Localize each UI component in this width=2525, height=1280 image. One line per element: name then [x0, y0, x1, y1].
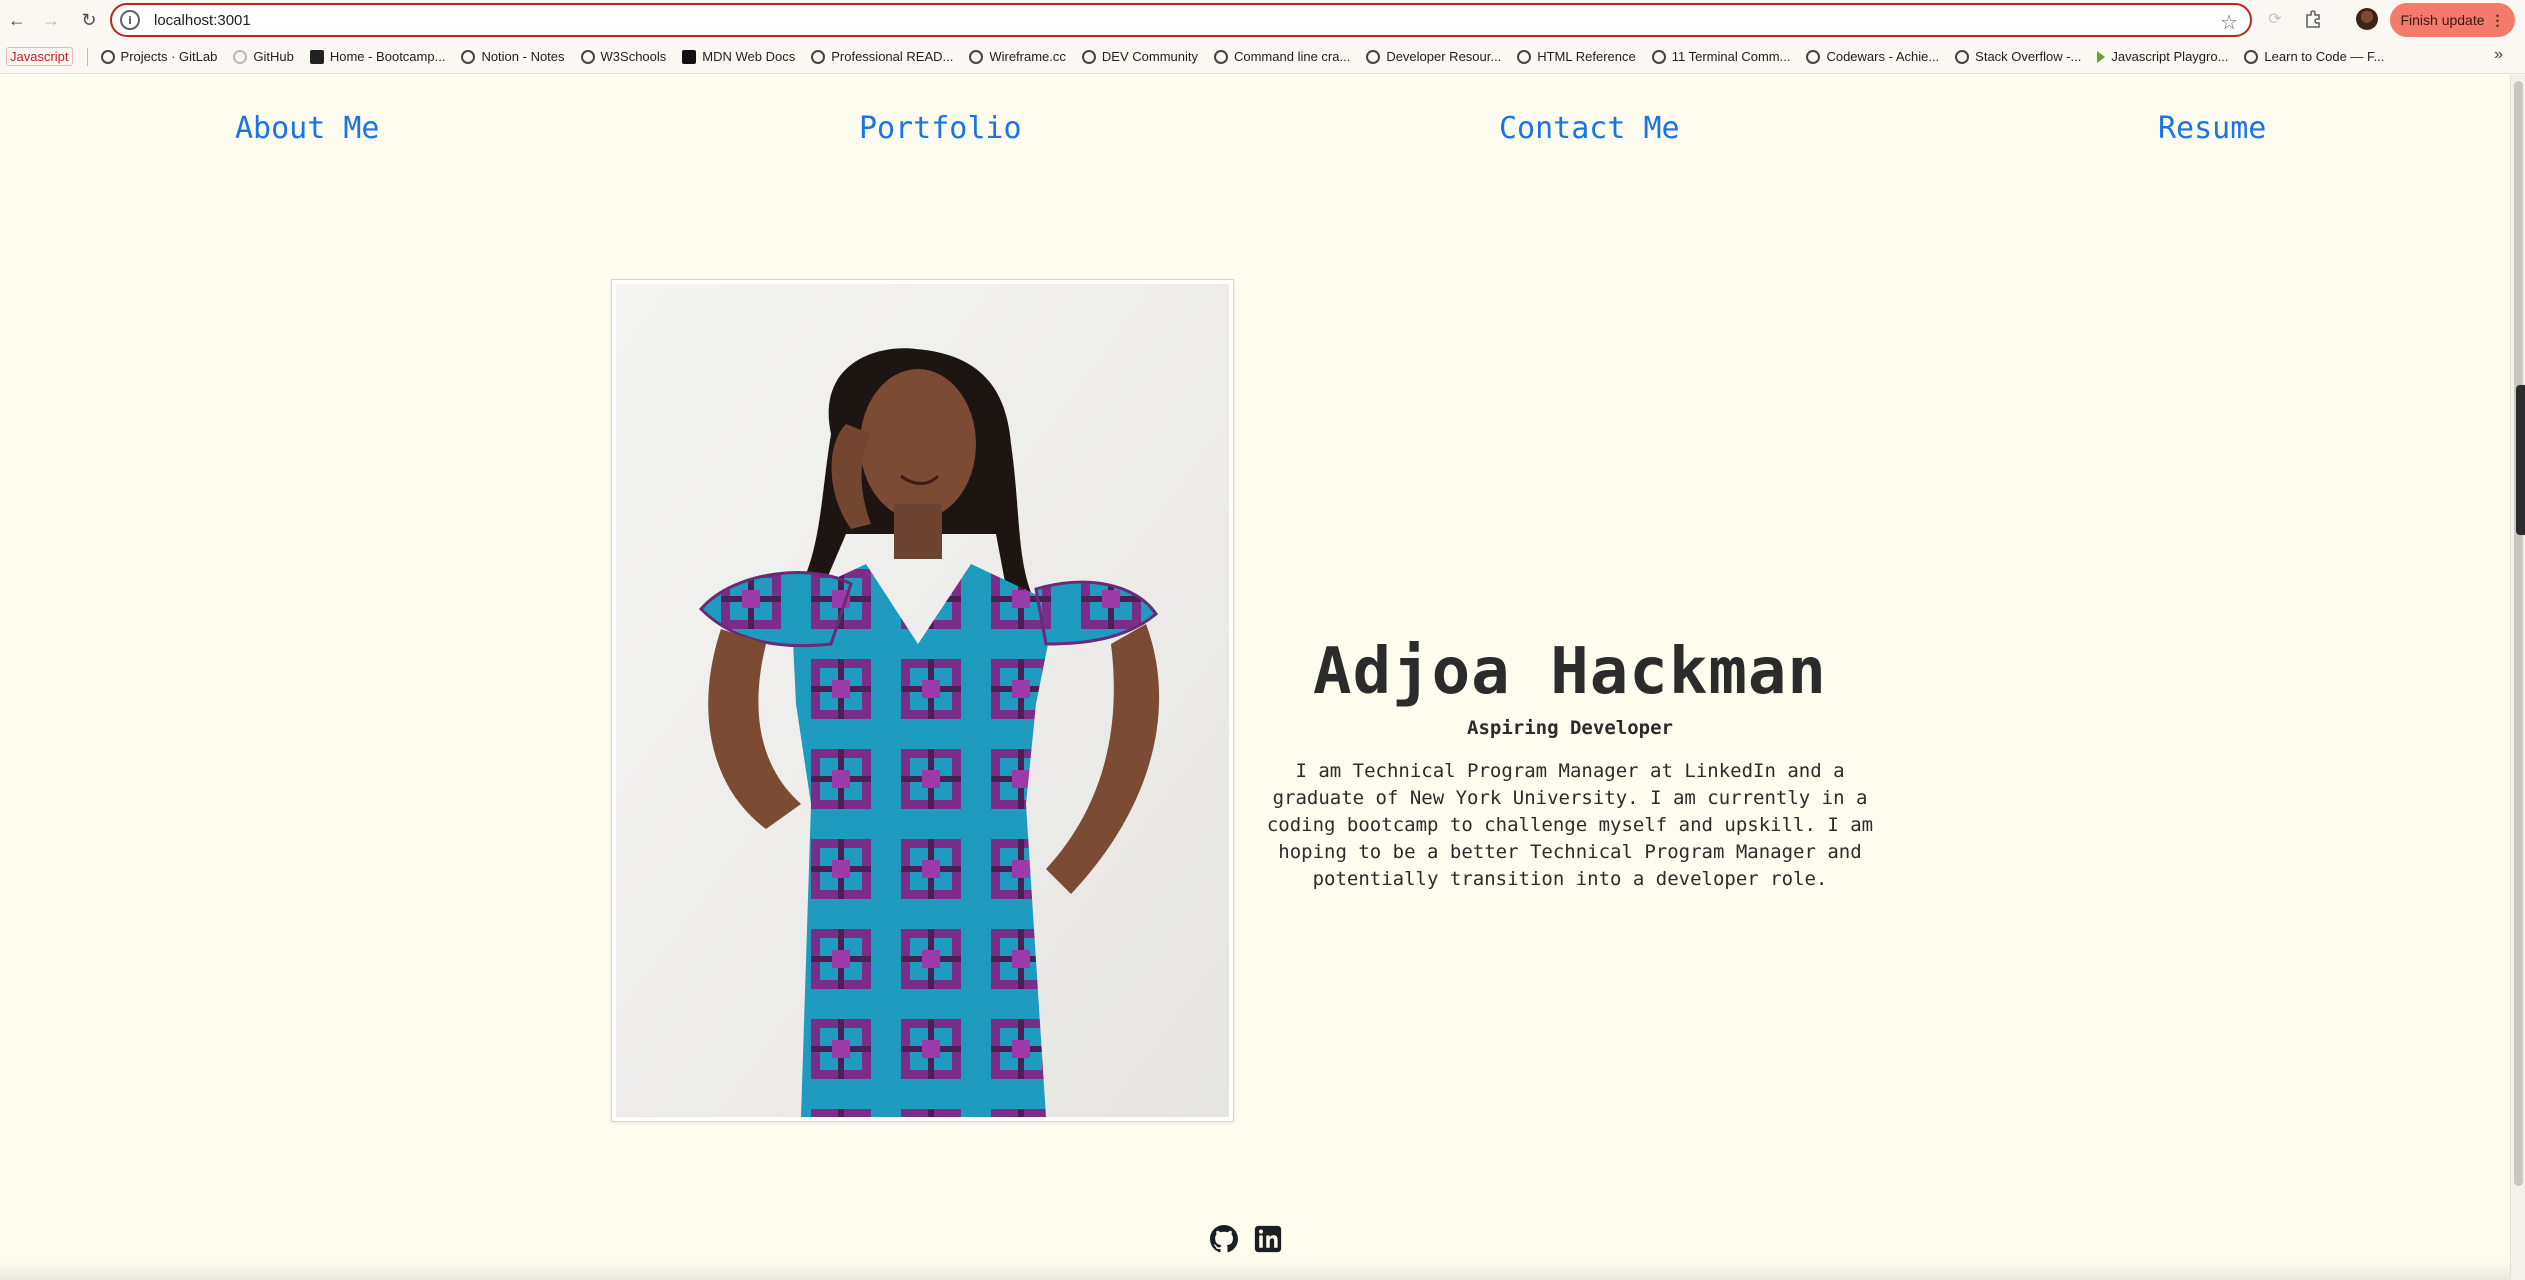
more-vert-icon: ⋮	[2490, 11, 2505, 28]
bookmark-label: Notion - Notes	[481, 49, 565, 64]
globe-icon	[969, 49, 984, 64]
bookmark-label: Learn to Code — F...	[2264, 49, 2385, 64]
bookmark-item[interactable]: Notion - Notes	[461, 49, 565, 64]
globe-icon	[1651, 49, 1666, 64]
address-bar[interactable]: i localhost:3001 ☆	[110, 3, 2252, 37]
bookmark-label: W3Schools	[600, 49, 667, 64]
nav-contact-me[interactable]: Contact Me	[1499, 111, 1680, 146]
side-panel-tab[interactable]	[2516, 385, 2525, 535]
sync-icon[interactable]: ⟳	[2262, 6, 2288, 32]
bookmark-label: Codewars - Achie...	[1826, 49, 1940, 64]
social-links	[1210, 1225, 1282, 1253]
github-icon[interactable]	[1210, 1225, 1238, 1253]
nav-resume[interactable]: Resume	[2158, 111, 2266, 146]
bookmark-label: Stack Overflow -...	[1975, 49, 2082, 64]
page-scrollbar[interactable]	[2510, 75, 2525, 1280]
bookmark-label: Javascript Playgro...	[2111, 49, 2229, 64]
arrow-right-icon: →	[42, 9, 60, 30]
page-bottom-edge	[0, 1262, 2510, 1280]
profile-bio: I am Technical Program Manager at Linked…	[1266, 760, 1874, 890]
bookmark-label: Developer Resour...	[1386, 49, 1502, 64]
globe-icon	[100, 49, 115, 64]
bookmark-label: Projects · GitLab	[120, 49, 218, 64]
bookmark-item[interactable]: Developer Resour...	[1366, 49, 1501, 64]
bookmark-item[interactable]: GitHub	[233, 49, 294, 64]
bookmark-label: Command line cra...	[1233, 49, 1351, 64]
bookmark-label: DEV Community	[1101, 49, 1198, 64]
bookmark-item[interactable]: Home - Bootcamp...	[309, 49, 446, 64]
bookmark-item[interactable]: Wireframe.cc	[969, 49, 1066, 64]
profile-photo-frame	[611, 279, 1234, 1122]
bookmark-item[interactable]: Javascript Playgro...	[2097, 49, 2228, 64]
bookmark-item[interactable]: DEV Community	[1081, 49, 1198, 64]
globe-icon	[2244, 49, 2259, 64]
bookmark-item[interactable]: HTML Reference	[1517, 49, 1636, 64]
globe-icon	[1806, 49, 1821, 64]
extensions-icon[interactable]	[2300, 6, 2326, 32]
reload-button[interactable]: ↻	[74, 5, 104, 35]
globe-icon	[1366, 49, 1381, 64]
bookmark-item[interactable]: 11 Terminal Comm...	[1651, 49, 1791, 64]
globe-icon	[461, 49, 476, 64]
bookmarks-overflow-icon[interactable]: »	[2494, 46, 2503, 64]
bootcamp-icon	[309, 49, 324, 64]
finish-update-label: Finish update	[2400, 12, 2485, 28]
bookmark-label: Home - Bootcamp...	[329, 49, 446, 64]
bookmark-item[interactable]: Projects · GitLab	[100, 49, 218, 64]
globe-icon	[1517, 49, 1532, 64]
bookmark-label: GitHub	[253, 49, 294, 64]
bookmark-item[interactable]: Professional READ...	[811, 49, 953, 64]
bookmark-star-icon[interactable]: ☆	[2220, 10, 2238, 35]
bookmark-list: Projects · GitLab GitHub Home - Bootcamp..…	[100, 49, 2401, 64]
globe-icon	[1955, 49, 1970, 64]
bookmark-label: MDN Web Docs	[702, 49, 796, 64]
nav-portfolio[interactable]: Portfolio	[859, 111, 1022, 146]
linkedin-icon[interactable]	[1254, 1225, 1282, 1253]
profile-photo	[616, 284, 1229, 1117]
bookmark-item[interactable]: W3Schools	[580, 49, 667, 64]
bookmark-item[interactable]: Codewars - Achie...	[1806, 49, 1939, 64]
profile-avatar[interactable]	[2356, 8, 2378, 30]
bookmark-item[interactable]: Command line cra...	[1213, 49, 1351, 64]
bookmark-item[interactable]: Learn to Code — F...	[2244, 49, 2384, 64]
globe-icon	[580, 49, 595, 64]
globe-icon	[1213, 49, 1228, 64]
forward-button[interactable]: →	[36, 5, 66, 35]
finish-update-button[interactable]: Finish update ⋮	[2390, 3, 2515, 37]
bookmark-label: HTML Reference	[1537, 49, 1636, 64]
bookmark-label: Wireframe.cc	[989, 49, 1066, 64]
browser-toolbar: ← → ↻ i localhost:3001 ☆ ⟳ Finish update…	[0, 0, 2525, 40]
play-icon	[2097, 50, 2106, 63]
back-button[interactable]: ←	[2, 5, 32, 35]
bookmarks-divider	[86, 47, 88, 66]
scrollbar-thumb[interactable]	[2514, 81, 2523, 1186]
bookmark-folder-javascript[interactable]: Javascript	[6, 47, 73, 66]
nav-about-me[interactable]: About Me	[235, 111, 380, 146]
reload-icon: ↻	[81, 9, 97, 30]
globe-icon	[1081, 49, 1096, 64]
page-content: About Me Portfolio Contact Me Resume Adj…	[0, 75, 2510, 1280]
profile-tagline: Aspiring Developer	[1467, 717, 1673, 739]
bookmarks-bar: Javascript Projects · GitLab GitHub Home -…	[0, 40, 2525, 74]
url-text[interactable]: localhost:3001	[154, 12, 251, 29]
mdn-icon	[682, 49, 697, 64]
bookmark-label: Professional READ...	[831, 49, 954, 64]
globe-icon	[811, 49, 826, 64]
profile-name: Adjoa Hackman	[1313, 635, 1827, 709]
site-info-icon[interactable]: i	[120, 10, 140, 30]
bookmark-label: 11 Terminal Comm...	[1671, 49, 1791, 64]
bookmark-item[interactable]: MDN Web Docs	[682, 49, 795, 64]
arrow-left-icon: ←	[8, 9, 26, 30]
github-icon	[233, 49, 248, 64]
bookmark-item[interactable]: Stack Overflow -...	[1955, 49, 2081, 64]
